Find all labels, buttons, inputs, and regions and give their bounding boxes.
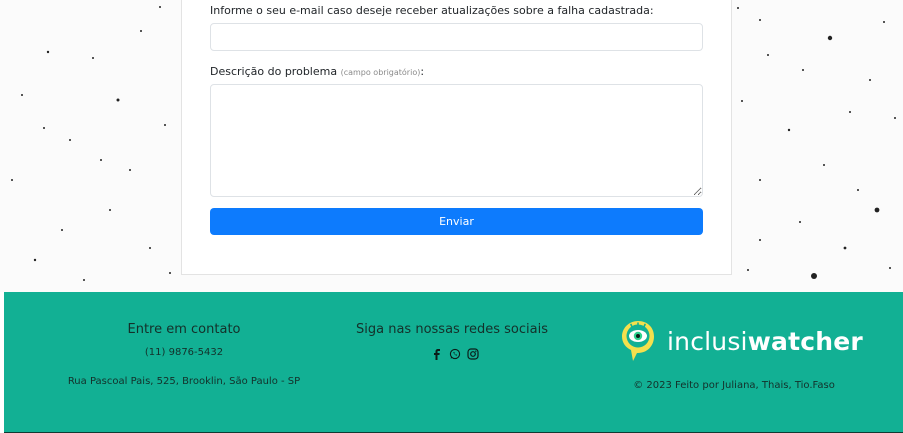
description-textarea[interactable]: [210, 84, 703, 197]
facebook-icon[interactable]: [431, 348, 443, 360]
contact-title: Entre em contato: [127, 322, 241, 337]
contact-address: Rua Pascoal Pais, 525, Brooklin, São Pau…: [67, 376, 301, 387]
brand-logo-group: inclusiwatcher: [619, 319, 863, 363]
email-input[interactable]: [210, 23, 703, 51]
eye-logo-icon: [622, 321, 654, 361]
instagram-icon[interactable]: [467, 348, 479, 360]
copyright-text: © 2023 Feito por Juliana, Thais, Tio.Fas…: [633, 380, 835, 391]
social-icons: [431, 347, 479, 361]
email-label: Informe o seu e-mail caso deseje receber…: [210, 4, 654, 17]
brand-name-bold: watcher: [747, 326, 863, 356]
description-label-text: Descrição do problema: [210, 65, 338, 78]
whatsapp-icon[interactable]: [449, 348, 461, 360]
brand-name: inclusiwatcher: [667, 327, 863, 356]
site-footer: Entre em contato (11) 9876-5432 Rua Pasc…: [4, 292, 903, 433]
submit-button[interactable]: Enviar: [210, 208, 703, 235]
description-label: Descrição do problema (campo obrigatório…: [210, 65, 424, 78]
contact-phone: (11) 9876-5432: [144, 347, 224, 358]
report-form-card: Informe o seu e-mail caso deseje receber…: [181, 0, 732, 275]
required-hint: (campo obrigatório): [340, 68, 421, 77]
brand-name-light: inclusi: [667, 326, 748, 356]
description-colon: :: [420, 65, 425, 78]
social-title: Siga nas nossas redes sociais: [356, 322, 548, 337]
